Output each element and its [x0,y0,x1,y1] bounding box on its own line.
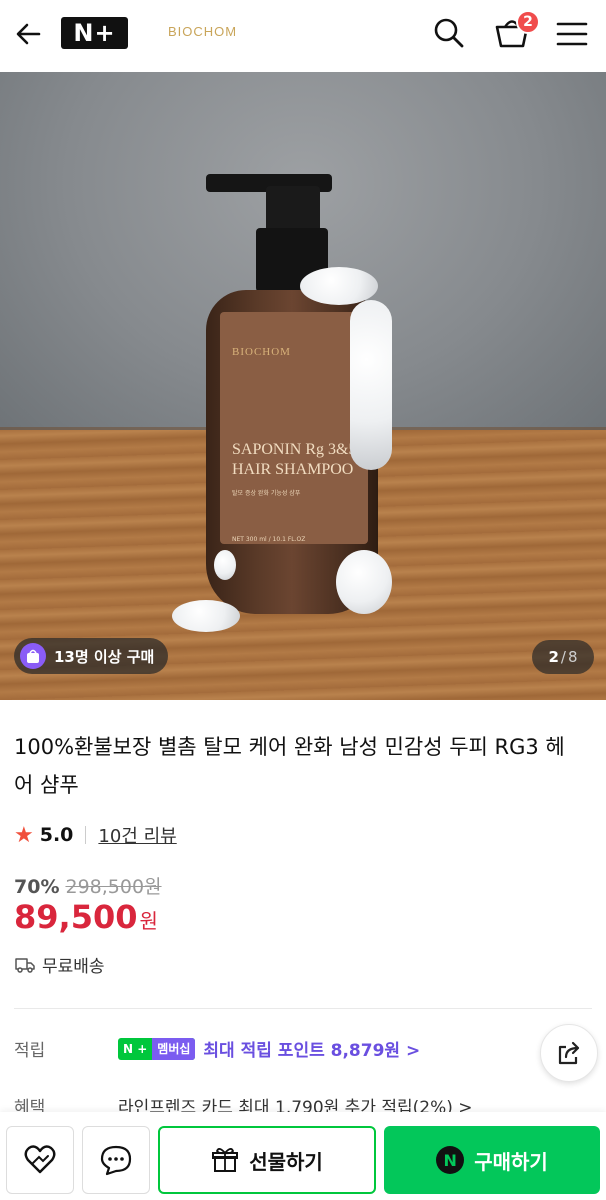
foam-bubble [336,550,392,614]
page-separator: / [560,648,566,666]
naver-pay-icon: N [436,1146,465,1174]
divider [85,826,87,844]
foam-bubble [300,267,378,305]
section-divider [14,1008,592,1009]
bottle-name-line2: HAIR SHAMPOO [232,461,354,478]
original-price: 298,500원 [65,876,162,898]
foam-bubble [172,600,240,632]
back-arrow-icon [16,23,41,45]
purchase-count-badge: 13명 이상 구매 [14,638,169,674]
sale-price: 89,500 [14,898,138,936]
foam-bubble [350,300,392,470]
search-button[interactable] [430,14,468,52]
gift-label: 선물하기 [249,1149,323,1174]
points-row[interactable]: 적립 N + 멤버십 최대 적립 포인트 8,879원 > [14,1036,420,1061]
image-page-indicator: 2 / 8 [532,640,594,674]
rating-row: ★ 5.0 10건 리뷰 [14,820,177,850]
membership-badge-right: 멤버십 [152,1037,196,1060]
buy-label: 구매하기 [474,1149,548,1174]
bottle-product-name: SAPONIN Rg 3&5 HAIR SHAMPOO [232,440,356,480]
gift-button[interactable]: 선물하기 [158,1126,376,1194]
share-button[interactable] [540,1024,598,1082]
discount-row: 70% 298,500원 [14,872,162,899]
search-icon [434,18,464,48]
bottom-action-bar: 선물하기 N 구매하기 [0,1112,606,1200]
delivery-info: 무료배송 [14,952,105,977]
cart-count-badge: 2 [516,10,540,34]
truck-icon [15,957,35,973]
share-icon [558,1041,580,1065]
heart-icon [24,1145,56,1174]
sale-price-row: 89,500 원 [14,898,158,936]
purchase-count-text: 13명 이상 구매 [54,647,155,666]
back-button[interactable] [10,16,46,52]
bottle-brand-text: BIOCHOM [232,346,291,358]
bottle-volume: NET 300 ml / 10.1 FL.OZ [232,536,306,543]
product-image-carousel[interactable]: BIOCHOM SAPONIN Rg 3&5 HAIR SHAMPOO 탈모 증… [0,72,606,700]
delivery-text: 무료배송 [42,957,105,977]
rating-score: 5.0 [39,824,74,846]
bottle-subtitle: 탈모 증상 완화 기능성 샴푸 [232,490,301,497]
logo-text: N+ [73,19,116,47]
bottle-name-line1: SAPONIN Rg 3&5 [232,441,357,458]
brand-logo[interactable]: BIOCHOM [168,24,237,39]
shopping-bag-icon [20,643,46,669]
product-title: 100%환불보장 별촘 탈모 케어 완화 남성 민감성 두피 RG3 헤어 샴푸 [14,735,565,797]
menu-button[interactable] [554,16,590,52]
page-total: 8 [567,648,578,666]
wishlist-button[interactable] [6,1126,74,1194]
buy-button[interactable]: N 구매하기 [384,1126,600,1194]
talk-talk-button[interactable] [82,1126,150,1194]
pump-stem [266,186,320,232]
points-text[interactable]: 최대 적립 포인트 8,879원 > [203,1036,420,1061]
points-label: 적립 [14,1041,46,1061]
naver-plus-logo[interactable]: N+ [61,17,128,49]
star-icon: ★ [14,822,34,848]
chat-bubble-icon [100,1145,132,1176]
menu-icon [556,22,588,46]
gift-icon [212,1148,239,1172]
top-header: N+ BIOCHOM 2 [0,0,606,72]
page-current: 2 [548,648,559,666]
review-count-link[interactable]: 10건 리뷰 [98,822,176,848]
currency-unit: 원 [139,909,158,933]
discount-rate: 70% [14,876,60,898]
membership-badge-left: N + [118,1041,153,1056]
membership-badge: N + 멤버십 [118,1037,196,1060]
foam-bubble [214,550,236,580]
